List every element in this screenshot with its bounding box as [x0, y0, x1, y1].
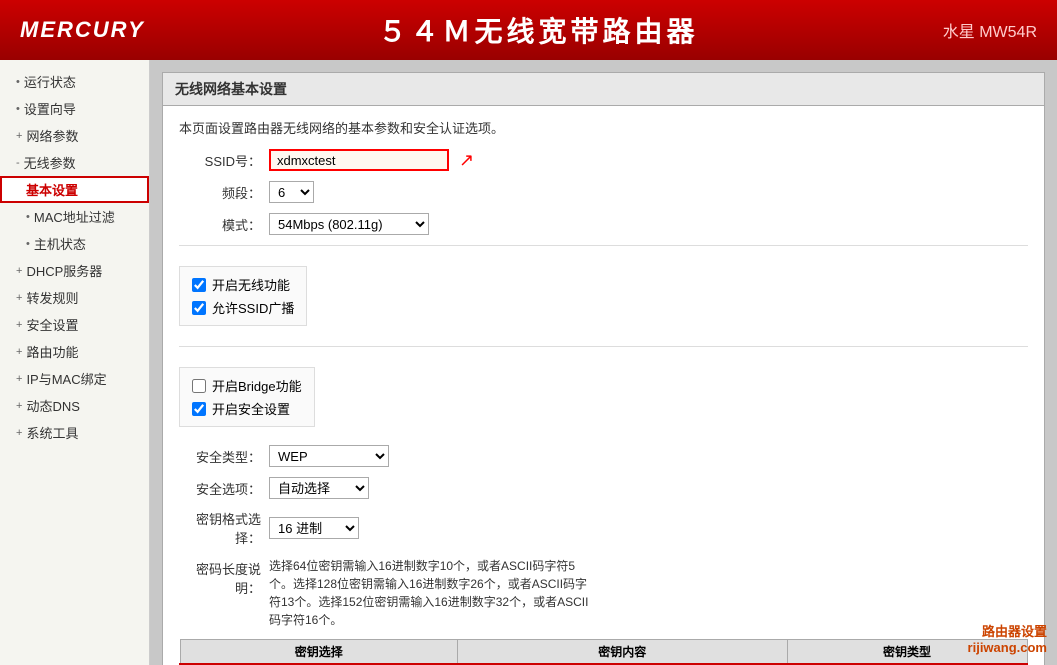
panel-body: 本页面设置路由器无线网络的基本参数和安全认证选项。 SSID号： ↗ 频段： 6 — [163, 106, 1044, 665]
key-format-row: 密钥格式选择： 16 进制 ASCII码 — [179, 509, 1028, 547]
bullet-icon: • — [26, 238, 30, 250]
bullet-icon: • — [16, 76, 20, 88]
plus-icon: + — [16, 346, 22, 358]
key-format-select[interactable]: 16 进制 ASCII码 — [269, 517, 359, 539]
security-type-value: WEP WPA/WPA2-Personal WPA/WPA2-Enterpris… — [269, 445, 389, 467]
divider-1 — [179, 245, 1028, 246]
channel-label: 频段： — [179, 183, 269, 202]
plus-icon: + — [16, 292, 22, 304]
security-type-select[interactable]: WEP WPA/WPA2-Personal WPA/WPA2-Enterpris… — [269, 445, 389, 467]
logo: MERCURY — [20, 17, 160, 43]
sidebar-item-running-status[interactable]: • 运行状态 — [0, 68, 149, 95]
security-enable-checkbox[interactable] — [192, 402, 206, 416]
bridge-label: 开启Bridge功能 — [212, 376, 302, 395]
plus-icon: + — [16, 130, 22, 142]
pwd-length-label: 密码长度说明： — [179, 557, 269, 597]
plus-icon: + — [16, 400, 22, 412]
plus-icon: + — [16, 265, 22, 277]
mode-label: 模式： — [179, 215, 269, 234]
key-table-header-select: 密钥选择 — [180, 640, 457, 665]
wireless-checkboxes: 开启无线功能 允许SSID广播 — [179, 266, 307, 326]
security-checkboxes: 开启Bridge功能 开启安全设置 — [179, 367, 315, 427]
annotation-arrow: ↗ — [459, 150, 474, 171]
sidebar-item-network-params[interactable]: + 网络参数 — [0, 122, 149, 149]
security-option-select[interactable]: 自动选择 开放系统 共享密钥 — [269, 477, 369, 499]
enable-wireless-row: 开启无线功能 — [192, 275, 294, 294]
bridge-checkbox[interactable] — [192, 379, 206, 393]
pwd-length-note: 选择64位密钥需输入16进制数字10个，或者ASCII码字符5个。选择128位密… — [269, 557, 589, 629]
sidebar-item-setup-wizard[interactable]: • 设置向导 — [0, 95, 149, 122]
header: MERCURY ５４Ｍ无线宽带路由器 水星 MW54R — [0, 0, 1057, 60]
watermark: 路由器设置 rijiwang.com — [968, 621, 1047, 655]
device-model: 水星 MW54R — [917, 18, 1037, 42]
sidebar: • 运行状态 • 设置向导 + 网络参数 - 无线参数 基本设置 • MAC地址… — [0, 60, 150, 665]
bullet-icon: • — [26, 211, 30, 223]
ssid-value-wrapper: ↗ — [269, 149, 474, 171]
sidebar-item-security-settings[interactable]: + 安全设置 — [0, 311, 149, 338]
ssid-broadcast-row: 允许SSID广播 — [192, 298, 294, 317]
minus-icon: - — [16, 157, 20, 169]
key-format-value: 16 进制 ASCII码 — [269, 517, 359, 539]
ssid-row: SSID号： ↗ — [179, 149, 1028, 171]
watermark-line1: 路由器设置 — [968, 621, 1047, 640]
mode-select[interactable]: 54Mbps (802.11g) 11Mbps (802.11b) 混合模式 — [269, 213, 429, 235]
sidebar-item-dhcp-server[interactable]: + DHCP服务器 — [0, 257, 149, 284]
sidebar-item-system-tools[interactable]: + 系统工具 — [0, 419, 149, 446]
panel-description: 本页面设置路由器无线网络的基本参数和安全认证选项。 — [179, 118, 1028, 137]
plus-icon: + — [16, 319, 22, 331]
sidebar-item-basic-settings[interactable]: 基本设置 — [0, 176, 149, 203]
watermark-line2: rijiwang.com — [968, 640, 1047, 655]
enable-wireless-checkbox[interactable] — [192, 278, 206, 292]
panel-title: 无线网络基本设置 — [163, 73, 1044, 106]
ssid-label: SSID号： — [179, 151, 269, 170]
security-type-row: 安全类型： WEP WPA/WPA2-Personal WPA/WPA2-Ent… — [179, 445, 1028, 467]
pwd-length-row: 密码长度说明： 选择64位密钥需输入16进制数字10个，或者ASCII码字符5个… — [179, 557, 1028, 629]
channel-select[interactable]: 6 1 2 3 4 5 7 8 9 10 11 12 13 — [269, 181, 314, 203]
channel-value-wrapper: 6 1 2 3 4 5 7 8 9 10 11 12 13 — [269, 181, 314, 203]
plus-icon: + — [16, 427, 22, 439]
security-enable-row: 开启安全设置 — [192, 399, 302, 418]
mode-value-wrapper: 54Mbps (802.11g) 11Mbps (802.11b) 混合模式 — [269, 213, 429, 235]
main-layout: • 运行状态 • 设置向导 + 网络参数 - 无线参数 基本设置 • MAC地址… — [0, 60, 1057, 665]
sidebar-item-mac-filter[interactable]: • MAC地址过滤 — [0, 203, 149, 230]
security-option-value: 自动选择 开放系统 共享密钥 — [269, 477, 369, 499]
sidebar-item-routing[interactable]: + 路由功能 — [0, 338, 149, 365]
security-option-label: 安全选项： — [179, 479, 269, 498]
sidebar-item-ip-mac-bind[interactable]: + IP与MAC绑定 — [0, 365, 149, 392]
key-table: 密钥选择 密钥内容 密钥类型 密钥 1： ● — [179, 639, 1028, 665]
sidebar-item-dynamic-dns[interactable]: + 动态DNS — [0, 392, 149, 419]
plus-icon: + — [16, 373, 22, 385]
sidebar-item-wireless-params[interactable]: - 无线参数 — [0, 149, 149, 176]
key-format-label: 密钥格式选择： — [179, 509, 269, 547]
settings-panel: 无线网络基本设置 本页面设置路由器无线网络的基本参数和安全认证选项。 SSID号… — [162, 72, 1045, 665]
ssid-broadcast-label: 允许SSID广播 — [212, 298, 294, 317]
key-table-header-content: 密钥内容 — [457, 640, 787, 665]
mode-row: 模式： 54Mbps (802.11g) 11Mbps (802.11b) 混合… — [179, 213, 1028, 235]
security-type-label: 安全类型： — [179, 447, 269, 466]
ssid-input[interactable] — [269, 149, 449, 171]
sidebar-item-host-status[interactable]: • 主机状态 — [0, 230, 149, 257]
bullet-icon: • — [16, 103, 20, 115]
bridge-row: 开启Bridge功能 — [192, 376, 302, 395]
enable-wireless-label: 开启无线功能 — [212, 275, 290, 294]
security-option-row: 安全选项： 自动选择 开放系统 共享密钥 — [179, 477, 1028, 499]
channel-row: 频段： 6 1 2 3 4 5 7 8 9 10 — [179, 181, 1028, 203]
page-title: ５４Ｍ无线宽带路由器 — [160, 10, 917, 50]
ssid-broadcast-checkbox[interactable] — [192, 301, 206, 315]
sidebar-item-forward-rules[interactable]: + 转发规则 — [0, 284, 149, 311]
divider-2 — [179, 346, 1028, 347]
main-content: 无线网络基本设置 本页面设置路由器无线网络的基本参数和安全认证选项。 SSID号… — [150, 60, 1057, 665]
security-enable-label: 开启安全设置 — [212, 399, 290, 418]
